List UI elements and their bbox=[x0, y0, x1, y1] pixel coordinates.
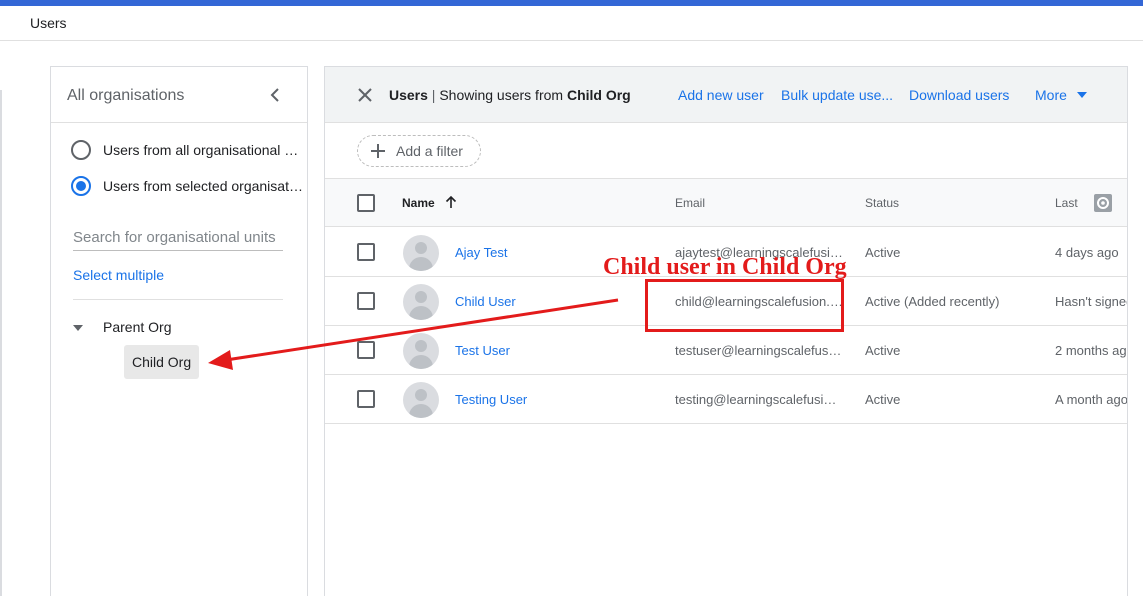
row-checkbox[interactable] bbox=[357, 390, 375, 408]
select-all-checkbox[interactable] bbox=[357, 194, 375, 212]
user-name-link[interactable]: Test User bbox=[455, 343, 510, 358]
radio-button[interactable] bbox=[71, 176, 91, 196]
add-filter-button[interactable]: Add a filter bbox=[357, 135, 481, 167]
tree-item-parent-org[interactable]: Parent Org bbox=[73, 317, 171, 337]
table-row[interactable]: Test User testuser@learningscalefusion.c… bbox=[325, 326, 1127, 375]
users-title-main: Users bbox=[389, 87, 428, 103]
bulk-update-users-link[interactable]: Bulk update use... bbox=[781, 87, 893, 103]
caret-down-icon[interactable] bbox=[73, 324, 83, 331]
user-status: Active bbox=[865, 245, 901, 260]
org-panel: All organisations Users from all organis… bbox=[50, 66, 308, 596]
users-panel-title: Users | Showing users from Child Org bbox=[389, 87, 631, 103]
table-row[interactable]: Testing User testing@learningscalefusion… bbox=[325, 375, 1127, 424]
caret-down-icon[interactable] bbox=[1077, 92, 1087, 98]
user-last-signin: Hasn't signed in bbox=[1055, 294, 1127, 309]
column-header-email[interactable]: Email bbox=[675, 196, 705, 210]
annotation-highlight-box bbox=[645, 279, 844, 332]
org-panel-title: All organisations bbox=[67, 87, 185, 104]
arrow-up-icon[interactable] bbox=[445, 195, 457, 209]
column-header-last[interactable]: Last bbox=[1055, 196, 1078, 210]
add-new-user-link[interactable]: Add new user bbox=[678, 87, 764, 103]
avatar bbox=[403, 333, 439, 369]
close-icon[interactable] bbox=[355, 85, 375, 105]
row-checkbox[interactable] bbox=[357, 292, 375, 310]
title-separator: | bbox=[427, 87, 440, 103]
tree-item-label: Parent Org bbox=[103, 319, 172, 335]
annotation-label: Child user in Child Org bbox=[603, 254, 847, 280]
org-search-field bbox=[73, 225, 283, 251]
tree-item-child-org[interactable]: Child Org bbox=[124, 345, 200, 379]
user-email: testing@learningscalefusion.com bbox=[675, 392, 843, 407]
radio-button[interactable] bbox=[71, 140, 91, 160]
radio-all-org-units[interactable]: Users from all organisational units bbox=[71, 138, 303, 162]
user-status: Active bbox=[865, 392, 901, 407]
more-menu-button[interactable]: More bbox=[1035, 87, 1067, 103]
user-last-signin: 2 months ago bbox=[1055, 343, 1128, 358]
org-panel-header: All organisations bbox=[51, 67, 307, 123]
row-checkbox[interactable] bbox=[357, 243, 375, 261]
user-name-link[interactable]: Ajay Test bbox=[455, 245, 508, 260]
select-multiple-link[interactable]: Select multiple bbox=[73, 267, 164, 283]
radio-selected-org-units[interactable]: Users from selected organisational units bbox=[71, 174, 303, 198]
radio-label: Users from all organisational units bbox=[103, 142, 303, 158]
user-name-link[interactable]: Child User bbox=[455, 294, 516, 309]
gear-icon[interactable] bbox=[1094, 194, 1112, 212]
tree-item-label: Child Org bbox=[132, 354, 192, 370]
users-panel-header: Users | Showing users from Child Org Add… bbox=[325, 67, 1127, 123]
avatar bbox=[403, 235, 439, 271]
row-checkbox[interactable] bbox=[357, 341, 375, 359]
users-title-org: Child Org bbox=[566, 87, 631, 103]
org-search-input[interactable] bbox=[73, 225, 283, 249]
column-header-status[interactable]: Status bbox=[865, 196, 899, 210]
download-users-link[interactable]: Download users bbox=[909, 87, 1009, 103]
user-last-signin: 4 days ago bbox=[1055, 245, 1119, 260]
plus-icon bbox=[370, 143, 386, 159]
user-last-signin: A month ago bbox=[1055, 392, 1128, 407]
user-name-link[interactable]: Testing User bbox=[455, 392, 527, 407]
avatar bbox=[403, 382, 439, 418]
chevron-left-icon[interactable] bbox=[267, 85, 283, 105]
left-edge-divider bbox=[0, 90, 2, 596]
user-email: testuser@learningscalefusion.com bbox=[675, 343, 843, 358]
add-filter-label: Add a filter bbox=[396, 143, 463, 159]
user-status: Active (Added recently) bbox=[865, 294, 1000, 309]
filter-bar: Add a filter bbox=[325, 123, 1127, 179]
page-title: Users bbox=[30, 15, 67, 31]
user-status: Active bbox=[865, 343, 901, 358]
users-title-subtitle: Showing users from bbox=[439, 87, 567, 103]
avatar bbox=[403, 284, 439, 320]
column-header-name[interactable]: Name bbox=[402, 196, 435, 210]
radio-label: Users from selected organisational units bbox=[103, 178, 303, 194]
page-header: Users bbox=[0, 6, 1143, 41]
divider bbox=[73, 299, 283, 300]
table-header: Name Email Status Last bbox=[325, 179, 1127, 227]
